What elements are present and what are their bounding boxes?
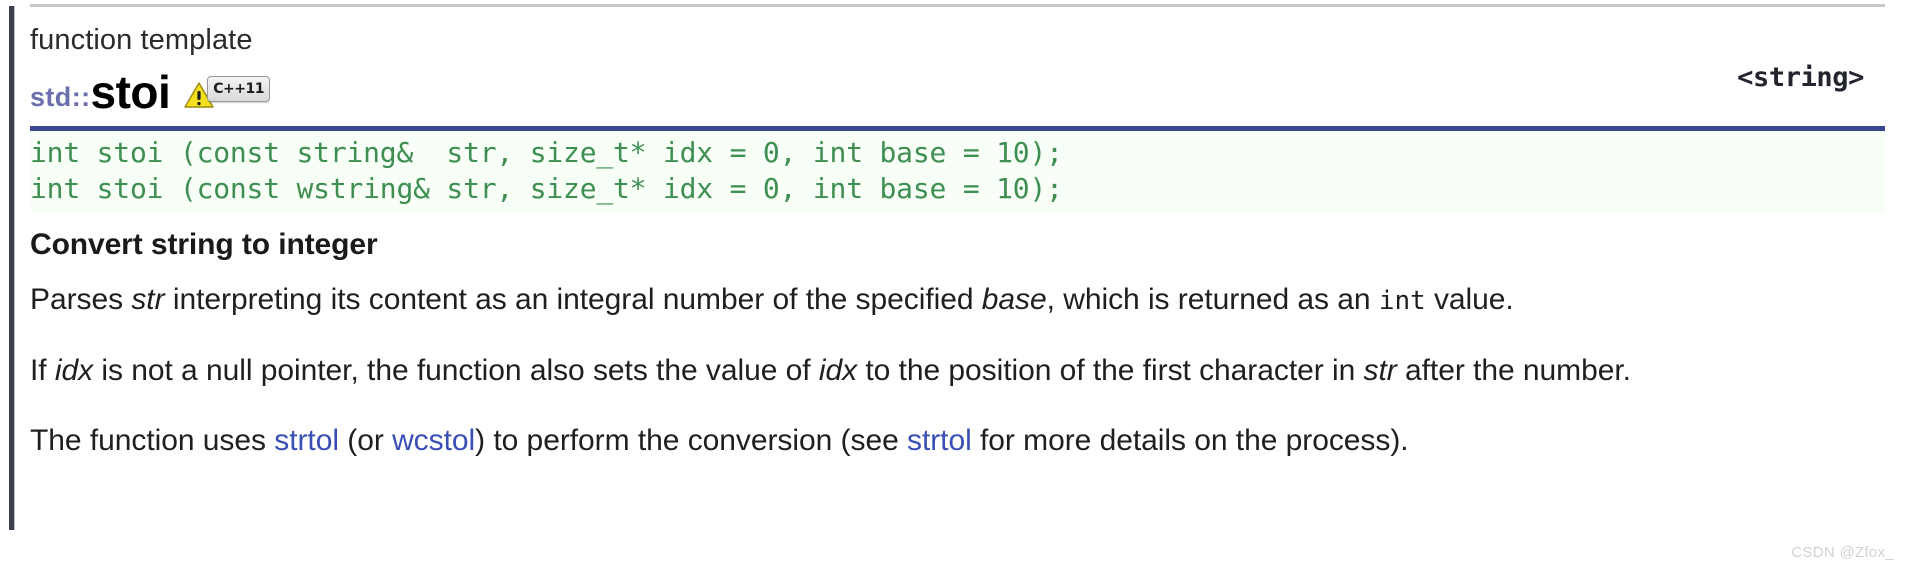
prototype-block: int stoi (const string& str, size_t* idx…: [30, 126, 1885, 213]
article-column: function template std:: stoi C++11 <stri…: [30, 6, 1890, 491]
standard-badge-group: C++11: [184, 75, 270, 109]
link-wcstol[interactable]: wcstol: [392, 424, 475, 457]
p2-param-str: str: [1363, 354, 1397, 387]
p2-text-3: to the position of the first character i…: [857, 354, 1364, 387]
p2-param-idx-1: idx: [54, 354, 94, 387]
p2-param-idx-2: idx: [818, 354, 858, 387]
p3-text-1: The function uses: [30, 424, 275, 457]
csdn-watermark: CSDN @Zfox_: [1791, 544, 1894, 561]
p2-text-1: If: [30, 354, 55, 387]
namespace-prefix: std::: [30, 82, 91, 112]
reference-page: function template std:: stoi C++11 <stri…: [0, 0, 1912, 570]
cpp-standard-badge: C++11: [207, 75, 270, 102]
description-title: Convert string to integer: [30, 228, 378, 261]
description-paragraph-2: If idx is not a null pointer, the functi…: [30, 351, 1840, 391]
description-paragraph-3: The function uses strtol (or wcstol) to …: [30, 421, 1840, 461]
p1-text-1: Parses: [30, 283, 132, 316]
prototype-line-2: int stoi (const wstring& str, size_t* id…: [30, 172, 1063, 205]
p1-param-str: str: [131, 283, 165, 316]
p1-text-4: value.: [1425, 283, 1514, 316]
p2-text-4: after the number.: [1396, 354, 1631, 387]
description-paragraph-1: Parses str interpreting its content as a…: [30, 280, 1840, 321]
p3-text-4: for more details on the process).: [971, 424, 1409, 457]
p1-type-int: int: [1378, 286, 1426, 316]
page-title: std:: stoi C++11: [30, 62, 1890, 118]
p3-text-3: ) to perform the conversion (see: [475, 424, 907, 457]
prototype-line-1: int stoi (const string& str, size_t* idx…: [30, 136, 1063, 169]
entity-kind-label: function template: [30, 24, 253, 56]
link-strtol-1[interactable]: strtol: [274, 424, 339, 457]
p1-param-base: base: [981, 283, 1047, 316]
doc-header: function template std:: stoi C++11 <stri…: [30, 6, 1890, 120]
p2-text-2: is not a null pointer, the function also…: [93, 354, 819, 387]
function-name: stoi: [90, 66, 171, 118]
include-header-label: <string>: [1737, 62, 1864, 93]
p3-text-2: (or: [338, 424, 393, 457]
p1-text-2: interpreting its content as an integral …: [164, 283, 982, 316]
link-strtol-2[interactable]: strtol: [907, 424, 972, 457]
left-accent-rail: [9, 6, 15, 530]
p1-text-3: , which is returned as an: [1046, 283, 1379, 316]
